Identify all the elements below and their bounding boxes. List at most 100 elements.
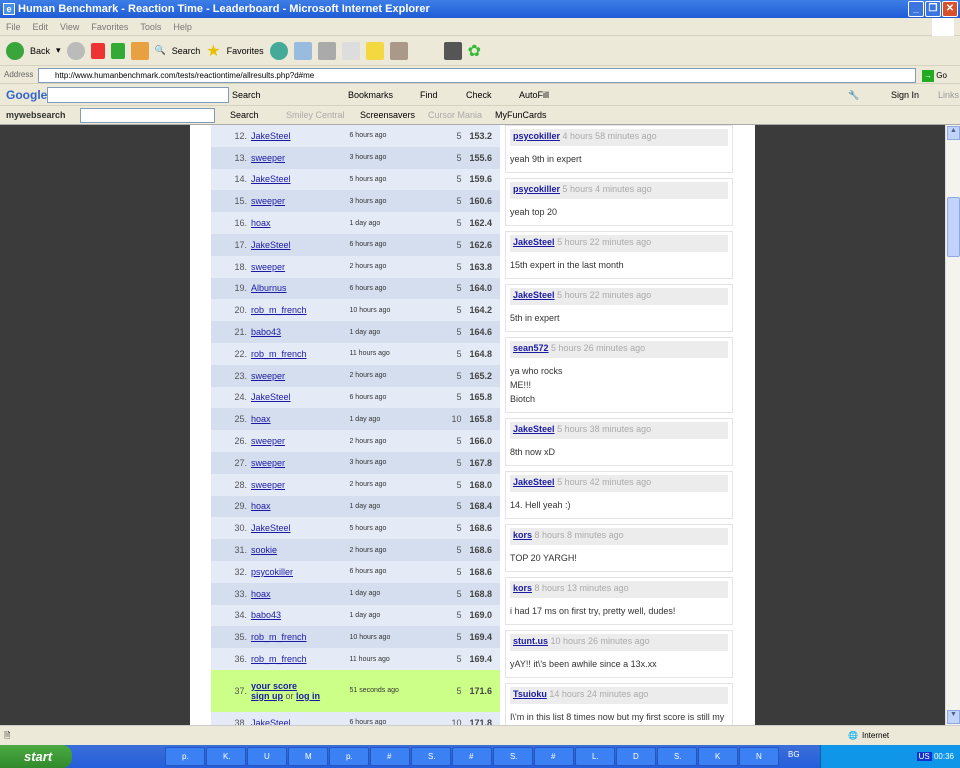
taskbar-window-button[interactable]: p.	[329, 747, 369, 766]
player-name-link[interactable]: psycokiller	[251, 567, 293, 577]
menu-file[interactable]: File	[6, 22, 21, 32]
your-score-link[interactable]: your score	[251, 681, 297, 691]
comment-user-link[interactable]: Tsuioku	[513, 689, 547, 699]
player-name-link[interactable]: sweeper	[251, 480, 285, 490]
player-name-link[interactable]: hoax	[251, 414, 271, 424]
comment-user-link[interactable]: JakeSteel	[513, 290, 555, 300]
taskbar-window-button[interactable]: D	[616, 747, 656, 766]
menu-tools[interactable]: Tools	[140, 22, 161, 32]
comment-user-link[interactable]: JakeSteel	[513, 424, 555, 434]
stop-icon[interactable]	[90, 42, 105, 59]
comment-user-link[interactable]: psycokiller	[513, 131, 560, 141]
forward-icon[interactable]	[66, 41, 85, 60]
player-name-link[interactable]: JakeSteel	[251, 392, 291, 402]
player-name-link[interactable]: sookie	[251, 545, 277, 555]
player-name-link[interactable]: babo43	[251, 610, 281, 620]
bookmarks-button[interactable]: Bookmarks	[348, 84, 393, 106]
scroll-down-arrow[interactable]: ▼	[947, 710, 960, 724]
scroll-thumb[interactable]	[947, 197, 960, 257]
comment-user-link[interactable]: kors	[513, 583, 532, 593]
taskbar-window-button[interactable]: S.	[411, 747, 451, 766]
google-search-button[interactable]: Search	[232, 84, 261, 106]
player-name-link[interactable]: sweeper	[251, 458, 285, 468]
search-button[interactable]: Search	[172, 46, 201, 56]
menu-edit[interactable]: Edit	[33, 22, 49, 32]
search-icon[interactable]: 🔍	[155, 45, 166, 56]
back-button[interactable]: Back	[30, 46, 50, 56]
player-name-link[interactable]: sweeper	[251, 196, 285, 206]
language-indicator[interactable]: BG	[788, 750, 800, 759]
player-name-link[interactable]: sweeper	[251, 436, 285, 446]
minimize-button[interactable]: _	[908, 1, 924, 17]
player-name-link[interactable]: sweeper	[251, 371, 285, 381]
google-search-input[interactable]	[47, 87, 229, 103]
taskbar-window-button[interactable]: S.	[493, 747, 533, 766]
sign-up-link[interactable]: sign up	[251, 691, 283, 701]
autofill-button[interactable]: AutoFill	[519, 84, 549, 106]
log-in-link[interactable]: log in	[296, 691, 320, 701]
favorites-star-icon[interactable]: ★	[206, 41, 220, 61]
edit-icon[interactable]	[341, 41, 360, 60]
find-button[interactable]: Find	[420, 84, 438, 106]
player-name-link[interactable]: hoax	[251, 501, 271, 511]
player-name-link[interactable]: rob_m_french	[251, 349, 307, 359]
address-input[interactable]: http://www.humanbenchmark.com/tests/reac…	[38, 68, 916, 83]
player-name-link[interactable]: JakeSteel	[251, 174, 291, 184]
icq-flower-icon[interactable]: ✿	[468, 41, 481, 61]
refresh-icon[interactable]	[110, 42, 125, 59]
mywebsearch-input[interactable]	[80, 108, 215, 123]
menu-favorites[interactable]: Favorites	[91, 22, 128, 32]
taskbar-window-button[interactable]: L.	[575, 747, 615, 766]
player-name-link[interactable]: JakeSteel	[251, 523, 291, 533]
taskbar-window-button[interactable]: #	[452, 747, 492, 766]
myfuncards-link[interactable]: MyFunCards	[495, 106, 547, 125]
close-button[interactable]: ✕	[942, 1, 958, 17]
favorites-button[interactable]: Favorites	[227, 46, 264, 56]
links-button[interactable]: Links	[938, 84, 959, 106]
comment-user-link[interactable]: psycokiller	[513, 184, 560, 194]
screensavers-link[interactable]: Screensavers	[360, 106, 415, 125]
menu-help[interactable]: Help	[173, 22, 192, 32]
menu-view[interactable]: View	[60, 22, 79, 32]
taskbar-window-button[interactable]: K.	[206, 747, 246, 766]
cursor-mania-link[interactable]: Cursor Mania	[428, 106, 482, 125]
taskbar-window-button[interactable]: #	[370, 747, 410, 766]
vertical-scrollbar[interactable]: ▲ ▼	[945, 125, 960, 725]
player-name-link[interactable]: babo43	[251, 327, 281, 337]
mail-icon[interactable]	[293, 41, 312, 60]
keyboard-layout[interactable]: US	[916, 752, 932, 761]
scroll-up-arrow[interactable]: ▲	[947, 126, 960, 140]
print-icon[interactable]	[317, 41, 336, 60]
player-name-link[interactable]: JakeSteel	[251, 240, 291, 250]
go-button[interactable]: → Go	[922, 67, 947, 85]
notes-icon[interactable]	[365, 41, 384, 60]
player-name-link[interactable]: rob_m_french	[251, 305, 307, 315]
taskbar-window-button[interactable]: U	[247, 747, 287, 766]
comment-user-link[interactable]: kors	[513, 530, 532, 540]
winrar-icon[interactable]	[443, 41, 462, 60]
research-icon[interactable]	[389, 41, 408, 60]
back-icon[interactable]	[6, 41, 24, 60]
start-button[interactable]: start	[0, 745, 72, 768]
player-name-link[interactable]: rob_m_french	[251, 632, 307, 642]
mywebsearch-search-button[interactable]: Search	[230, 106, 259, 125]
taskbar-window-button[interactable]: K	[698, 747, 738, 766]
player-name-link[interactable]: JakeSteel	[251, 131, 291, 141]
player-name-link[interactable]: hoax	[251, 589, 271, 599]
comment-user-link[interactable]: stunt.us	[513, 636, 548, 646]
player-name-link[interactable]: JakeSteel	[251, 718, 291, 725]
player-name-link[interactable]: rob_m_french	[251, 654, 307, 664]
check-button[interactable]: Check	[466, 84, 492, 106]
taskbar-window-button[interactable]: M	[288, 747, 328, 766]
restore-button[interactable]: ❐	[925, 1, 941, 17]
taskbar-window-button[interactable]: #	[534, 747, 574, 766]
player-name-link[interactable]: Alburnus	[251, 283, 287, 293]
wrench-icon[interactable]: 🔧	[848, 84, 859, 106]
home-icon[interactable]	[130, 41, 149, 60]
taskbar-window-button[interactable]: p.	[165, 747, 205, 766]
taskbar-window-button[interactable]: N	[739, 747, 779, 766]
comment-user-link[interactable]: JakeSteel	[513, 237, 555, 247]
player-name-link[interactable]: sweeper	[251, 262, 285, 272]
player-name-link[interactable]: sweeper	[251, 153, 285, 163]
smiley-central-link[interactable]: Smiley Central	[286, 106, 345, 125]
